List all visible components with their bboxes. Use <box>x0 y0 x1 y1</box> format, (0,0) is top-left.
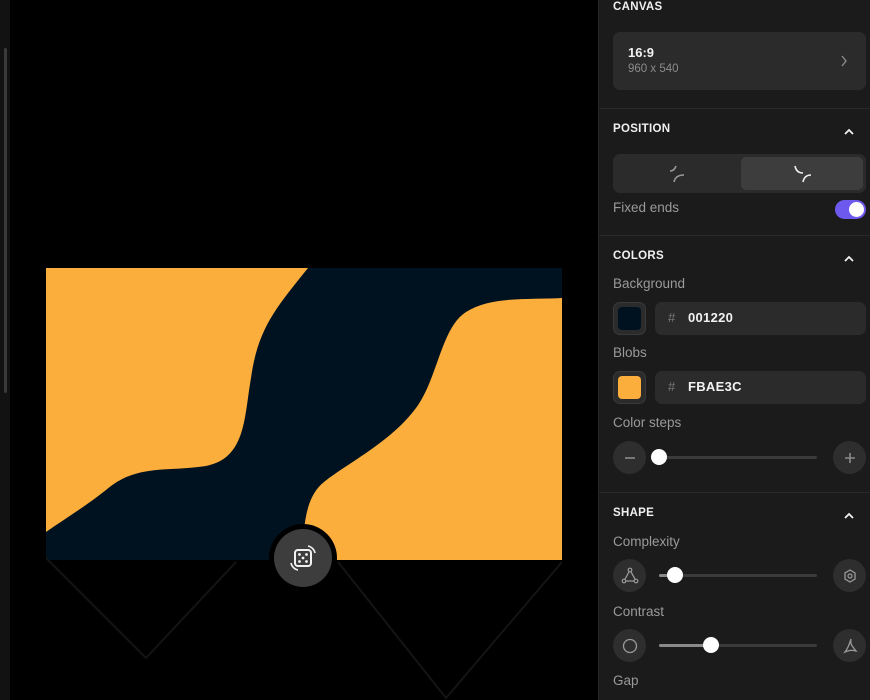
plus-icon <box>844 452 855 463</box>
background-hex-value: 001220 <box>688 310 734 325</box>
wave-artboard <box>46 268 562 560</box>
flower-nodes-icon <box>843 568 856 583</box>
position-section: POSITION Fixed ends <box>599 109 870 236</box>
blobs-hex-input[interactable]: # FBAE3C <box>655 371 866 404</box>
aspect-ratio-selector[interactable]: 16:9 960 x 540 <box>613 32 866 90</box>
circle-icon <box>622 638 637 653</box>
wave-top-icon <box>669 165 685 182</box>
chevron-right-icon <box>841 55 847 67</box>
background-swatch[interactable] <box>613 302 646 335</box>
shape-section-title: SHAPE <box>613 507 655 519</box>
left-scrollbar[interactable] <box>4 48 7 393</box>
wave-bottom-icon <box>794 165 812 182</box>
position-option-top[interactable] <box>616 157 738 190</box>
color-steps-increase-button[interactable] <box>833 441 866 474</box>
spiky-blob-icon <box>842 638 858 653</box>
reflection-outline-left <box>46 558 237 660</box>
fixed-ends-toggle[interactable] <box>835 200 866 219</box>
contrast-slider[interactable] <box>659 637 817 653</box>
canvas-section: CANVAS 16:9 960 x 540 <box>599 0 870 109</box>
contrast-high-button[interactable] <box>833 629 866 662</box>
canvas-dimensions: 960 x 540 <box>628 63 679 75</box>
left-scroll-track <box>0 0 10 700</box>
color-steps-label: Color steps <box>613 415 682 430</box>
fixed-ends-label: Fixed ends <box>613 200 680 215</box>
contrast-slider-knob[interactable] <box>703 637 720 653</box>
blobs-label: Blobs <box>613 345 647 360</box>
chevron-up-icon[interactable] <box>844 127 854 137</box>
aspect-ratio-label: 16:9 <box>628 45 655 60</box>
chevron-up-icon[interactable] <box>844 511 854 521</box>
canvas-stage <box>0 0 598 700</box>
canvas-section-title: CANVAS <box>613 1 663 13</box>
color-steps-decrease-button[interactable] <box>613 441 646 474</box>
complexity-label: Complexity <box>613 534 680 549</box>
complexity-high-button[interactable] <box>833 559 866 592</box>
blobs-swatch[interactable] <box>613 371 646 404</box>
randomize-button-ring <box>269 524 337 592</box>
position-section-title: POSITION <box>613 123 671 135</box>
position-toggle <box>613 154 866 193</box>
complexity-slider-knob[interactable] <box>666 567 683 583</box>
position-option-bottom[interactable] <box>741 157 863 190</box>
gap-label: Gap <box>613 673 639 688</box>
complexity-low-button[interactable] <box>613 559 646 592</box>
blobs-color-chip <box>618 376 641 399</box>
settings-panel: CANVAS 16:9 960 x 540 POSITION Fixed end… <box>598 0 870 700</box>
dice-icon <box>290 545 316 571</box>
randomize-button[interactable] <box>274 529 332 587</box>
hash-symbol: # <box>668 379 676 394</box>
color-steps-slider-knob[interactable] <box>651 449 667 465</box>
reflection-outline-right <box>337 561 562 700</box>
hash-symbol: # <box>668 310 676 325</box>
colors-section-title: COLORS <box>613 250 664 262</box>
background-hex-input[interactable]: # 001220 <box>655 302 866 335</box>
colors-section: COLORS Background # 001220 Blobs # FBAE3… <box>599 236 870 493</box>
minus-icon <box>624 456 635 459</box>
chevron-up-icon[interactable] <box>844 254 854 264</box>
toggle-knob <box>849 202 864 217</box>
triangle-nodes-icon <box>621 567 638 583</box>
background-label: Background <box>613 276 686 291</box>
blobs-hex-value: FBAE3C <box>688 379 742 394</box>
color-steps-slider[interactable] <box>651 449 817 465</box>
complexity-slider[interactable] <box>659 567 817 583</box>
contrast-label: Contrast <box>613 604 665 619</box>
shape-section: SHAPE Complexity Contrast Gap <box>599 493 870 700</box>
contrast-low-button[interactable] <box>613 629 646 662</box>
background-color-chip <box>618 307 641 330</box>
